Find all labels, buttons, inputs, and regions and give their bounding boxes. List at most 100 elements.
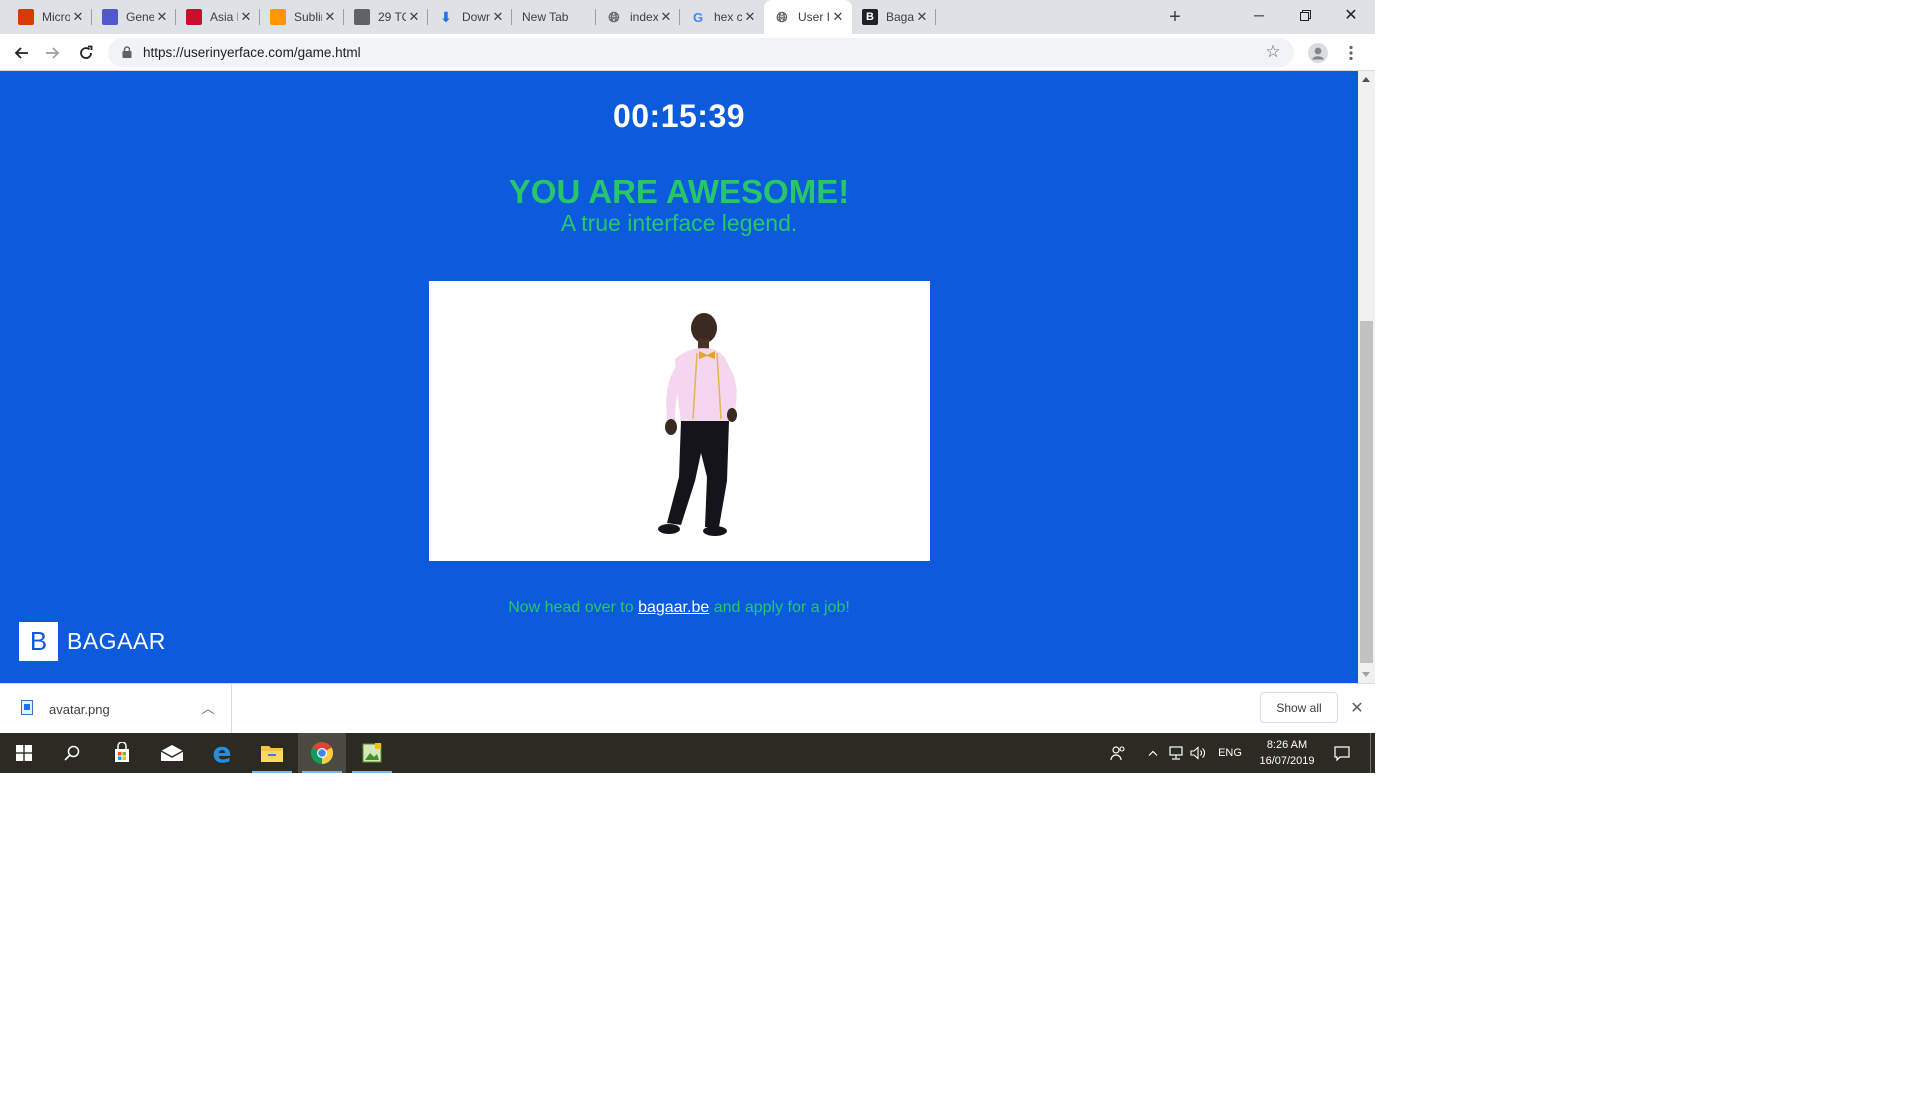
job-message-prefix: Now head over to	[508, 599, 634, 616]
tab-microsoft[interactable]: Microsoft ✕	[8, 0, 92, 34]
job-message: Now head over to bagaar.be and apply for…	[0, 599, 1358, 617]
tab-bagaar[interactable]: B Bagaar ✕	[852, 0, 936, 34]
forward-icon[interactable]	[41, 41, 65, 65]
show-all-button[interactable]: Show all	[1260, 692, 1338, 723]
tab-index[interactable]: 🌐︎ index.h ✕	[596, 0, 680, 34]
close-icon[interactable]: ✕	[490, 9, 506, 25]
close-icon[interactable]: ✕	[742, 9, 758, 25]
close-window-icon[interactable]: ✕	[1328, 0, 1374, 30]
store-icon[interactable]	[98, 733, 146, 773]
tab-user-inyerface[interactable]: 🌐︎ User In ✕	[764, 0, 852, 34]
bagaar-icon: B	[862, 9, 878, 25]
close-icon[interactable]: ✕	[914, 9, 930, 25]
url-text: https://userinyerface.com/game.html	[143, 45, 361, 60]
mail-icon[interactable]	[148, 733, 196, 773]
search-icon[interactable]	[48, 733, 96, 773]
close-icon[interactable]: ✕	[658, 9, 674, 25]
bagaar-logo-text: BAGAAR	[67, 628, 166, 654]
edge-icon[interactable]: e	[198, 733, 246, 773]
tab-title: New Tab	[522, 10, 569, 24]
screen: Microsoft ✕ General ✕ Asia Pacific ✕ Sub…	[0, 0, 1375, 773]
close-icon[interactable]: ✕	[70, 9, 86, 25]
dancing-man-illustration	[658, 313, 737, 536]
close-icon[interactable]: ✕	[1348, 699, 1366, 717]
back-icon[interactable]	[9, 41, 33, 65]
clock-date: 16/07/2019	[1259, 755, 1315, 767]
chevron-up-icon[interactable]	[1144, 733, 1162, 773]
people-icon[interactable]	[1106, 733, 1130, 773]
scrollbar-thumb[interactable]	[1360, 321, 1373, 663]
restore-icon[interactable]	[1282, 0, 1328, 30]
trello-icon	[354, 9, 370, 25]
scroll-up-arrow-icon[interactable]	[1362, 77, 1370, 82]
tab-title: Asia Pacific	[210, 10, 238, 24]
tab-title: 29 TOLI	[378, 10, 406, 24]
new-tab-button[interactable]: +	[1163, 5, 1187, 29]
success-subtitle: A true interface legend.	[560, 210, 798, 236]
browser-toolbar: https://userinyerface.com/game.html ☆	[0, 34, 1375, 71]
tab-title: index.h	[630, 10, 658, 24]
office-icon	[18, 9, 34, 25]
close-icon[interactable]: ✕	[154, 9, 170, 25]
tab-general[interactable]: General ✕	[92, 0, 176, 34]
show-desktop-divider[interactable]	[1370, 733, 1371, 773]
tab-title: Sublime	[294, 10, 322, 24]
bagaar-link[interactable]: bagaar.be	[638, 599, 709, 616]
tab-sublime[interactable]: Sublime ✕	[260, 0, 344, 34]
tab-download[interactable]: ⬇ Download ✕	[428, 0, 512, 34]
start-icon[interactable]	[0, 733, 48, 773]
download-filename: avatar.png	[49, 702, 110, 717]
language-indicator[interactable]: ENG	[1214, 733, 1246, 773]
tab-29-toli[interactable]: 29 TOLI ✕	[344, 0, 428, 34]
job-message-suffix: and apply for a job!	[713, 599, 850, 616]
tab-title: Download	[462, 10, 490, 24]
windows-taskbar: e ENG 8:26 AM 16/07/2019	[0, 733, 1375, 773]
image-editor-icon[interactable]	[348, 733, 396, 773]
download-icon: ⬇	[440, 8, 452, 25]
chrome-icon[interactable]	[298, 733, 346, 773]
volume-icon[interactable]	[1188, 733, 1208, 773]
teams-icon	[102, 9, 118, 25]
address-bar[interactable]: https://userinyerface.com/game.html ☆	[108, 38, 1294, 67]
dancing-man-image	[429, 281, 930, 561]
tab-title: hex col	[714, 10, 742, 24]
close-icon[interactable]: ✕	[322, 9, 338, 25]
download-item[interactable]: avatar.png ︿	[0, 684, 232, 733]
close-icon[interactable]: ✕	[406, 9, 422, 25]
tab-strip: Microsoft ✕ General ✕ Asia Pacific ✕ Sub…	[0, 0, 1375, 34]
google-icon: G	[692, 9, 704, 25]
sublime-icon	[270, 9, 286, 25]
globe-icon: 🌐︎	[608, 8, 620, 25]
image-file-icon	[21, 700, 33, 715]
tab-new-tab[interactable]: New Tab	[512, 0, 596, 34]
lock-icon	[122, 46, 132, 58]
tab-asia-pacific[interactable]: Asia Pacific ✕	[176, 0, 260, 34]
chevron-up-icon[interactable]: ︿	[200, 699, 216, 716]
tab-title: General	[126, 10, 154, 24]
profile-avatar-icon[interactable]	[1306, 41, 1330, 65]
tab-title: User In	[798, 10, 830, 24]
tab-title: Bagaar	[886, 10, 914, 24]
close-icon[interactable]: ✕	[830, 9, 846, 25]
tab-title: Microsoft	[42, 10, 70, 24]
minimize-icon[interactable]: ─	[1236, 0, 1282, 30]
vertical-scrollbar[interactable]	[1358, 71, 1375, 683]
close-icon[interactable]: ✕	[238, 9, 254, 25]
scroll-down-arrow-icon[interactable]	[1362, 672, 1370, 677]
menu-kebab-icon[interactable]	[1339, 41, 1363, 65]
success-title: YOU ARE AWESOME!	[508, 173, 850, 210]
tab-hex-color[interactable]: G hex col ✕	[680, 0, 764, 34]
reload-icon[interactable]	[74, 41, 98, 65]
network-icon[interactable]	[1166, 733, 1186, 773]
asia-pacific-icon	[186, 9, 202, 25]
download-shelf: avatar.png ︿ Show all ✕	[0, 683, 1375, 733]
system-clock[interactable]: 8:26 AM 16/07/2019	[1252, 737, 1322, 769]
clock-time: 8:26 AM	[1266, 739, 1308, 751]
bookmark-star-icon[interactable]: ☆	[1263, 42, 1283, 62]
bagaar-logo[interactable]: B BAGAAR	[19, 622, 166, 661]
globe-icon: 🌐︎	[776, 8, 788, 25]
action-center-icon[interactable]	[1330, 733, 1354, 773]
file-explorer-icon[interactable]	[248, 733, 296, 773]
bagaar-logo-mark: B	[19, 622, 58, 661]
web-page: 00:15:39 YOU ARE AWESOME! A true interfa…	[0, 71, 1375, 683]
